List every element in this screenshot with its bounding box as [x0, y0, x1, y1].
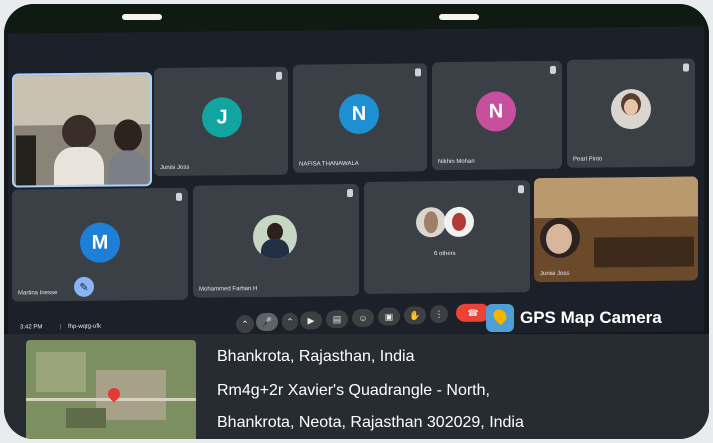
video-tile-self[interactable]: Junisi Joss [534, 176, 698, 283]
participant-name: Pearl Pinto [573, 156, 603, 163]
location-line-1: Bhankrota, Rajasthan, India [217, 348, 415, 365]
avatar-initial: M [91, 231, 109, 254]
mic-off-icon [276, 71, 282, 80]
participant-tile[interactable]: N Nikhin Mohan [432, 60, 562, 171]
mic-off-icon [176, 192, 182, 201]
meeting-screen: J Junisi Joss N NAFISA THANAWALA N Nikhi… [8, 26, 704, 339]
mic-off-icon [683, 63, 689, 72]
participant-tile[interactable]: M Martina Inesse ✎ [12, 187, 188, 302]
participant-name: Junisi Joss [540, 270, 570, 278]
participant-name: Nikhin Mohan [438, 158, 475, 166]
photo-frame: J Junisi Joss N NAFISA THANAWALA N Nikhi… [4, 4, 709, 439]
gps-brand-label: GPS Map Camera [520, 308, 662, 327]
mic-button[interactable]: 🎤 [256, 312, 278, 332]
participant-tile[interactable]: N NAFISA THANAWALA [293, 63, 427, 173]
chevron-up-icon[interactable]: ⌃ [282, 312, 298, 331]
pin-icon[interactable]: ✎ [74, 276, 94, 297]
pin-shape [490, 306, 510, 326]
photo-face [624, 99, 638, 116]
chevron-up-icon[interactable]: ⌃ [236, 315, 254, 334]
participant-name: Martina Inesse [18, 290, 58, 297]
avatar: J [202, 97, 242, 138]
profile-photo [253, 214, 297, 260]
map-pin-icon [486, 304, 514, 332]
avatar-initial: N [351, 102, 367, 125]
participant-name: NAFISA THANAWALA [299, 160, 359, 168]
mic-off-icon [550, 65, 556, 74]
meeting-code: fhp-wqtg-ufk [68, 323, 102, 331]
avatar-initial: J [216, 105, 228, 128]
location-line-3: Bhankrota, Neota, Rajasthan 302029, Indi… [217, 414, 524, 431]
map-block [96, 370, 166, 420]
participant-tile[interactable]: Mohammed Farhan.H [193, 183, 359, 298]
avatar-initial: N [488, 99, 504, 123]
avatar: N [476, 91, 516, 132]
others-count: 6 others [434, 250, 456, 258]
person-head [114, 119, 142, 152]
photo-shirt [452, 212, 466, 231]
photo-body [261, 238, 289, 260]
location-overlay: Bhankrota, Rajasthan, India Rm4g+2r Xavi… [4, 334, 709, 439]
others-photo [416, 207, 446, 238]
person-face [546, 223, 572, 255]
participant-tile[interactable]: 6 others [364, 180, 530, 294]
person-body [54, 146, 104, 188]
room-furniture [594, 236, 694, 268]
captions-button[interactable]: ▤ [326, 310, 348, 329]
ceiling-light [122, 14, 162, 20]
meeting-separator: | [60, 324, 62, 331]
more-options-button[interactable]: ⋮ [430, 305, 448, 324]
person-body [108, 150, 148, 187]
location-line-2: Rm4g+2r Xavier's Quadrangle - North, [217, 382, 490, 399]
emoji-button[interactable]: ☺ [352, 308, 374, 328]
mic-off-icon [415, 68, 421, 77]
satellite-map [26, 340, 196, 439]
present-button[interactable]: ▣ [378, 307, 400, 326]
avatar: N [339, 93, 379, 135]
mic-off-icon [347, 189, 353, 198]
person-head [62, 114, 96, 150]
ceiling-light [439, 14, 479, 20]
avatar: M [80, 222, 120, 263]
camera-button[interactable]: ▶ [300, 311, 322, 330]
participant-tile[interactable]: J Junisi Joss [154, 66, 288, 177]
map-field [36, 352, 86, 392]
photo-face [424, 211, 438, 234]
participant-name: Mohammed Farhan.H [199, 286, 258, 293]
meeting-time: 3:42 PM [20, 324, 43, 331]
person-side [16, 135, 36, 186]
room-wall [534, 176, 698, 219]
mic-off-icon [518, 185, 524, 194]
video-tile-group[interactable] [12, 72, 152, 188]
gps-badge: GPS Map Camera [486, 304, 662, 332]
profile-photo [611, 88, 651, 130]
raise-hand-button[interactable]: ✋ [404, 306, 426, 325]
map-block [66, 408, 106, 428]
others-photo [444, 206, 474, 238]
participant-tile[interactable]: Pearl Pinto [567, 58, 695, 168]
participant-name: Junisi Joss [160, 164, 190, 172]
end-call-button[interactable]: ☎ [456, 303, 490, 322]
